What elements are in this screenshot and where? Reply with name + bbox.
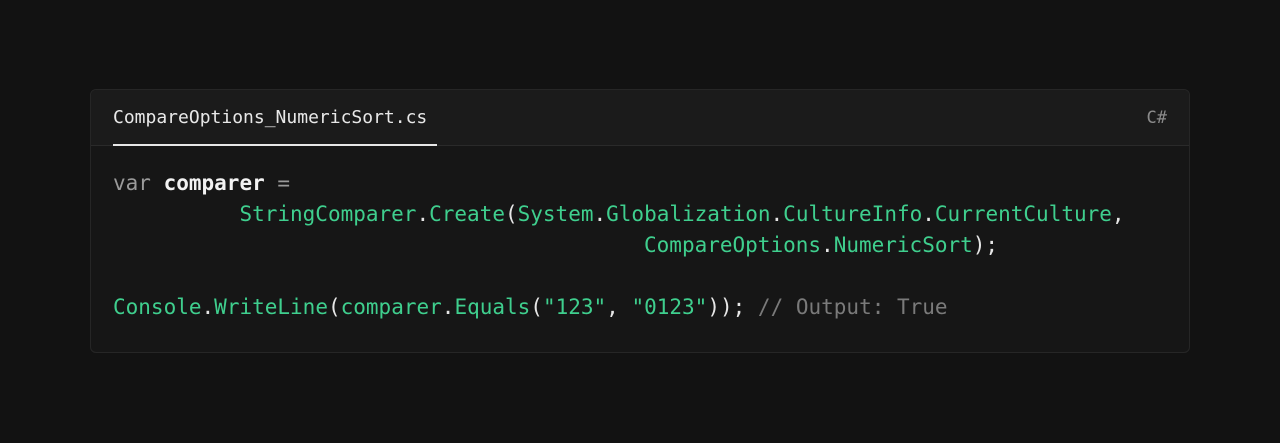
keyword-var: var [113, 171, 151, 195]
code-block-header: CompareOptions_NumericSort.cs C# [91, 90, 1189, 146]
file-tab[interactable]: CompareOptions_NumericSort.cs [113, 90, 437, 146]
token-compareoptions: CompareOptions [644, 233, 822, 257]
string-literal-0123: "0123" [631, 295, 708, 319]
operator-assign: = [277, 171, 291, 195]
token-stringcomparer: StringComparer [239, 202, 417, 226]
string-literal-123: "123" [542, 295, 607, 319]
token-create: Create [429, 202, 505, 226]
code-line-5: Console.WriteLine(comparer.Equals("123",… [113, 295, 948, 319]
code-content[interactable]: var comparer = StringComparer.Create(Sys… [113, 168, 1125, 323]
token-comparer: comparer [340, 295, 442, 319]
token-equals: Equals [454, 295, 531, 319]
code-line-2: StringComparer.Create(System.Globalizati… [239, 202, 1125, 226]
token-currentculture: CurrentCulture [934, 202, 1112, 226]
file-tab-label: CompareOptions_NumericSort.cs [113, 107, 428, 128]
token-console: Console [113, 295, 202, 319]
code-comment: // Output: True [757, 295, 948, 319]
token-writeline: WriteLine [214, 295, 328, 319]
token-numericsort: NumericSort [833, 233, 973, 257]
language-label: C# [1146, 108, 1167, 128]
token-system: System [517, 202, 594, 226]
code-line-1: var comparer = [113, 168, 1125, 199]
token-cultureinfo: CultureInfo [783, 202, 923, 226]
variable-comparer: comparer [163, 171, 265, 195]
code-block: CompareOptions_NumericSort.cs C# var com… [90, 89, 1190, 353]
token-globalization: Globalization [606, 202, 771, 226]
code-line-3: CompareOptions.NumericSort); [644, 233, 999, 257]
